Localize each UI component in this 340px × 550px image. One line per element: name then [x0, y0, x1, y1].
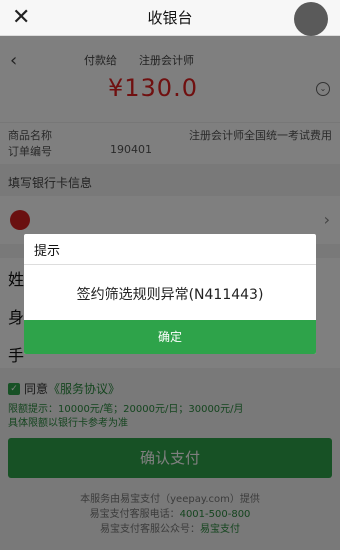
dialog-title: 提示 [34, 244, 61, 259]
close-icon[interactable]: ✕ [12, 6, 30, 30]
top-bar: ✕ 收银台 [0, 0, 340, 36]
dialog-ok-button[interactable]: 确定 [24, 320, 316, 354]
page-title: 收银台 [147, 9, 193, 27]
avatar[interactable] [294, 2, 328, 36]
dialog-divider [24, 264, 316, 265]
alert-dialog: 提示 签约筛选规则异常(N411443) 确定 [24, 234, 316, 354]
dialog-message: 签约筛选规则异常(N411443) [76, 287, 264, 303]
